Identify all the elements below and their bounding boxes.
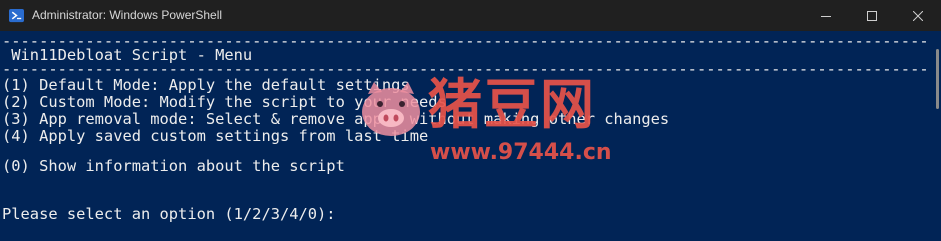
maximize-icon [867, 10, 877, 21]
console-output[interactable]: ----------------------------------------… [0, 31, 941, 241]
menu-option-default: (1) Default Mode: Apply the default sett… [2, 76, 410, 94]
scrollbar[interactable] [929, 31, 941, 241]
menu-option-app-removal: (3) App removal mode: Select & remove ap… [2, 110, 670, 128]
close-icon [913, 10, 923, 21]
title-bar[interactable]: Administrator: Windows PowerShell [0, 0, 941, 31]
minimize-icon [821, 15, 831, 17]
maximize-button[interactable] [849, 0, 895, 31]
powershell-window: Administrator: Windows PowerShell ------… [0, 0, 941, 241]
input-prompt[interactable]: Please select an option (1/2/3/4/0): [2, 205, 336, 223]
menu-option-info: (0) Show information about the script [2, 157, 345, 175]
menu-option-saved-settings: (4) Apply saved custom settings from las… [2, 127, 429, 145]
menu-option-custom: (2) Custom Mode: Modify the script to yo… [2, 93, 447, 111]
close-button[interactable] [895, 0, 941, 31]
scroll-thumb[interactable] [936, 49, 939, 109]
powershell-icon [9, 8, 24, 23]
window-title: Administrator: Windows PowerShell [32, 8, 223, 22]
minimize-button[interactable] [803, 0, 849, 31]
